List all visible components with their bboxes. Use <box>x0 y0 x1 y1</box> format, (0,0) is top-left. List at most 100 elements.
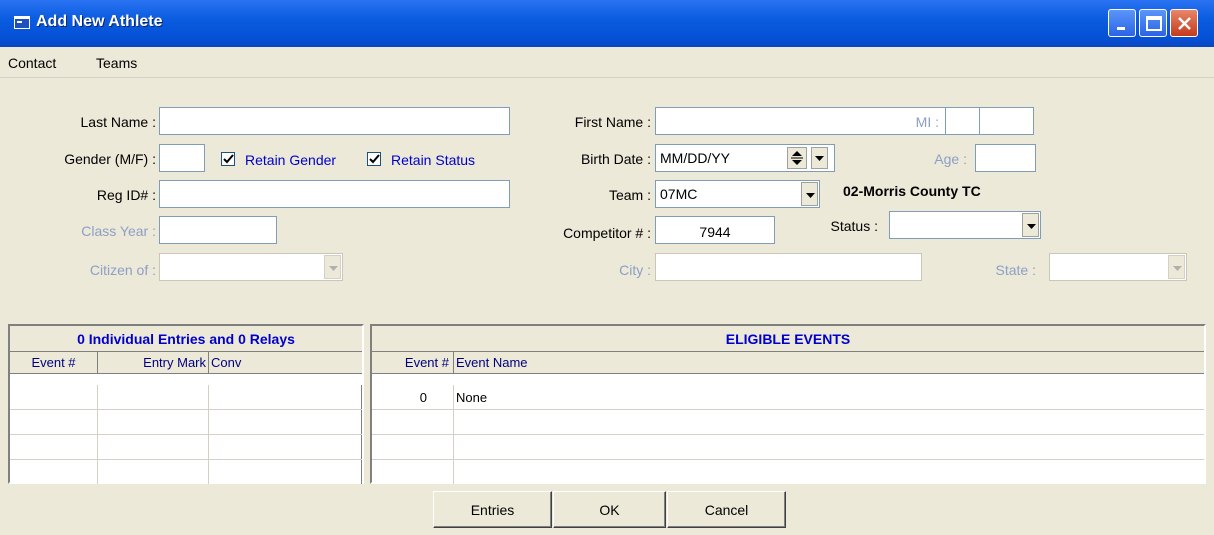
birth-date-label: Birth Date : <box>580 151 651 167</box>
cell-event-number <box>10 460 98 484</box>
column-header-event-number[interactable]: Event # <box>10 352 98 373</box>
cell-event-number <box>372 460 454 484</box>
table-row[interactable] <box>372 460 1204 485</box>
status-select[interactable] <box>889 211 1041 239</box>
mi-field[interactable] <box>945 107 980 135</box>
cell-event-name <box>454 435 1204 459</box>
table-row[interactable] <box>10 410 362 435</box>
column-header-event-number[interactable]: Event # <box>372 352 454 373</box>
table-row[interactable] <box>10 385 362 410</box>
cell-conv <box>209 435 362 459</box>
first-name-label: First Name : <box>574 114 651 130</box>
close-icon <box>1178 17 1191 30</box>
minimize-button[interactable] <box>1108 9 1136 37</box>
close-button[interactable] <box>1170 9 1198 37</box>
cell-event-number <box>372 410 454 434</box>
retain-status-label[interactable]: Retain Status <box>391 152 475 168</box>
table-row[interactable]: 0 None <box>372 385 1204 410</box>
cancel-button[interactable]: Cancel <box>667 491 786 528</box>
reg-id-field[interactable] <box>159 180 510 208</box>
entries-grid-header: Event # Entry Mark Conv <box>10 352 362 374</box>
cell-event-number <box>372 435 454 459</box>
entries-grid[interactable]: 0 Individual Entries and 0 Relays Event … <box>8 324 364 484</box>
state-select[interactable] <box>1049 253 1187 281</box>
team-value: 07MC <box>660 186 698 202</box>
cell-event-name <box>454 410 1204 434</box>
competitor-field[interactable]: 7944 <box>655 216 775 244</box>
citizen-select[interactable] <box>159 253 343 281</box>
chevron-down-icon <box>329 266 338 271</box>
cell-entry-mark <box>98 435 209 459</box>
cell-event-number <box>10 385 98 409</box>
table-row[interactable] <box>10 460 362 485</box>
column-header-entry-mark[interactable]: Entry Mark <box>98 352 209 373</box>
status-label: Status : <box>830 218 878 234</box>
retain-gender-label[interactable]: Retain Gender <box>245 152 336 168</box>
cell-conv <box>209 385 362 409</box>
birth-date-spinner[interactable] <box>787 147 807 169</box>
gender-field[interactable] <box>159 144 205 172</box>
retain-gender-checkbox[interactable] <box>221 152 235 166</box>
last-name-field[interactable] <box>159 107 510 135</box>
column-header-conv[interactable]: Conv <box>209 352 362 373</box>
checkmark-icon <box>223 154 234 164</box>
team-label: Team : <box>608 187 651 203</box>
chevron-down-icon <box>815 156 824 161</box>
team-dropdown-button[interactable] <box>801 182 818 206</box>
city-field[interactable] <box>655 253 922 281</box>
reg-id-label: Reg ID# : <box>96 187 156 203</box>
table-row[interactable] <box>372 410 1204 435</box>
maximize-button[interactable] <box>1139 9 1167 37</box>
cell-entry-mark <box>98 385 209 409</box>
minimize-icon <box>1117 27 1125 30</box>
chevron-down-icon <box>1027 224 1036 229</box>
table-row[interactable] <box>10 435 362 460</box>
cell-event-name <box>454 460 1204 484</box>
cell-event-name: None <box>456 390 488 405</box>
team-select[interactable]: 07MC <box>655 180 820 208</box>
window-icon <box>14 16 30 29</box>
checkmark-icon <box>369 154 380 164</box>
cell-conv <box>209 460 362 484</box>
entries-button[interactable]: Entries <box>433 491 552 528</box>
table-row[interactable] <box>372 435 1204 460</box>
gender-label: Gender (M/F) : <box>64 151 156 167</box>
citizen-label: Citizen of : <box>89 262 156 278</box>
status-dropdown-button[interactable] <box>1022 213 1039 237</box>
maximize-icon <box>1146 16 1162 31</box>
chevron-down-icon <box>1173 266 1182 271</box>
menu-teams[interactable]: Teams <box>96 55 137 71</box>
class-year-label: Class Year : <box>81 223 156 239</box>
chevron-down-icon <box>806 193 815 198</box>
ok-button[interactable]: OK <box>553 491 666 528</box>
spinner-arrows-icon <box>791 151 803 165</box>
cell-event-number <box>10 435 98 459</box>
window-title: Add New Athlete <box>36 13 163 30</box>
mi-label: MI : <box>915 114 939 130</box>
last-name-label: Last Name : <box>80 114 156 130</box>
column-header-event-name[interactable]: Event Name <box>454 352 1204 373</box>
eligible-events-grid[interactable]: ELIGIBLE EVENTS Event # Event Name 0 Non… <box>370 324 1206 484</box>
entries-grid-title: 0 Individual Entries and 0 Relays <box>10 326 362 352</box>
competitor-label: Competitor # : <box>563 225 651 241</box>
menu-contact[interactable]: Contact <box>8 55 56 71</box>
state-dropdown-button[interactable] <box>1168 255 1185 279</box>
cell-event-number <box>10 410 98 434</box>
class-year-field[interactable] <box>159 216 277 244</box>
age-label: Age : <box>934 151 967 167</box>
eligible-events-header: Event # Event Name <box>372 352 1204 374</box>
menu-bar: Contact Teams <box>0 47 1214 78</box>
cell-event-number: 0 <box>372 385 454 409</box>
team-name-label: 02-Morris County TC <box>843 183 981 199</box>
eligible-events-title: ELIGIBLE EVENTS <box>372 326 1204 352</box>
cell-entry-mark <box>98 460 209 484</box>
cell-conv <box>209 410 362 434</box>
citizen-dropdown-button[interactable] <box>324 255 341 279</box>
retain-status-checkbox[interactable] <box>367 152 381 166</box>
state-label: State : <box>995 262 1036 278</box>
birth-date-dropdown[interactable] <box>811 147 828 169</box>
age-field[interactable] <box>975 144 1036 172</box>
birth-date-field[interactable]: MM/DD/YY <box>655 144 835 172</box>
city-label: City : <box>619 262 651 278</box>
title-bar[interactable]: Add New Athlete <box>0 0 1214 47</box>
